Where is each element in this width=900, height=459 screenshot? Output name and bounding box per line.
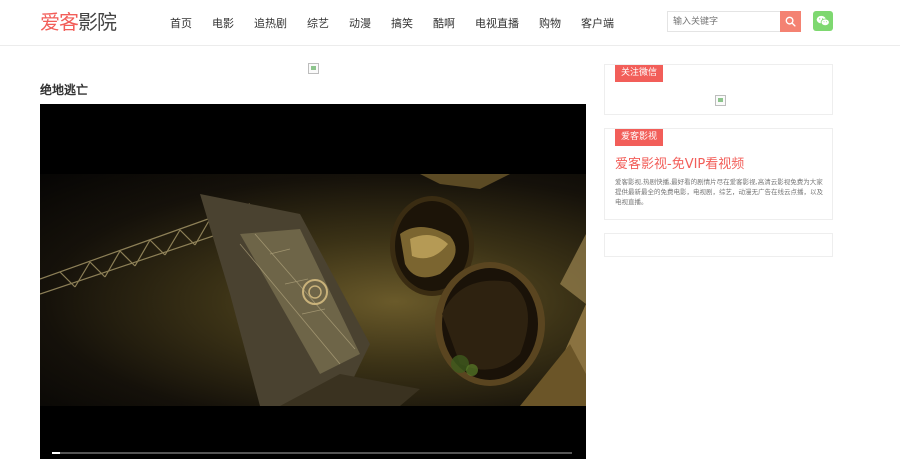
video-progress-bar[interactable] xyxy=(52,452,572,454)
empty-panel xyxy=(604,233,833,257)
video-still-image xyxy=(40,174,586,406)
promo-panel-tag: 爱客影视 xyxy=(615,129,664,146)
wechat-qr-image xyxy=(715,95,726,106)
site-header: 爱客影院 首页 电影 追热剧 综艺 动漫 搞笑 酷啊 电视直播 购物 客户端 xyxy=(0,0,900,46)
banner-image xyxy=(308,63,319,74)
video-frame xyxy=(40,174,586,406)
nav-item-tv-live[interactable]: 电视直播 xyxy=(475,15,519,31)
logo-text-dark: 影院 xyxy=(78,10,117,34)
nav-item-cool[interactable]: 酷啊 xyxy=(433,15,455,31)
promo-headline[interactable]: 爱客影视-免VIP看视频 xyxy=(615,153,744,172)
wechat-button[interactable] xyxy=(813,11,833,31)
nav-item-funny[interactable]: 搞笑 xyxy=(391,15,413,31)
promo-description: 爱客影视,热剧快播,最好看的剧情片尽在爱客影视,高清云影视免费为大家提供最新最全… xyxy=(615,178,823,206)
site-logo[interactable]: 爱客影院 xyxy=(40,9,117,35)
search-button[interactable] xyxy=(780,11,801,32)
search-input[interactable] xyxy=(667,11,780,32)
wechat-icon xyxy=(816,15,830,26)
wechat-panel-tag: 关注微信 xyxy=(615,65,664,82)
promo-panel: 爱客影视 爱客影视-免VIP看视频 爱客影视,热剧快播,最好看的剧情片尽在爱客影… xyxy=(604,128,833,220)
nav-item-home[interactable]: 首页 xyxy=(170,15,192,31)
movie-title: 绝地逃亡 xyxy=(40,83,89,97)
nav-item-movies[interactable]: 电影 xyxy=(212,15,234,31)
wechat-panel: 关注微信 xyxy=(604,64,833,115)
nav-item-variety[interactable]: 综艺 xyxy=(307,15,329,31)
nav-item-shopping[interactable]: 购物 xyxy=(539,15,561,31)
main-nav: 首页 电影 追热剧 综艺 动漫 搞笑 酷啊 电视直播 购物 客户端 xyxy=(170,0,634,46)
video-player[interactable] xyxy=(40,104,586,459)
nav-item-client[interactable]: 客户端 xyxy=(581,15,614,31)
nav-item-anime[interactable]: 动漫 xyxy=(349,15,371,31)
logo-text-red: 爱客 xyxy=(40,10,79,34)
nav-item-series[interactable]: 追热剧 xyxy=(254,15,287,31)
video-progress-fill xyxy=(52,452,60,454)
search-box xyxy=(667,11,801,32)
search-icon xyxy=(785,16,796,27)
